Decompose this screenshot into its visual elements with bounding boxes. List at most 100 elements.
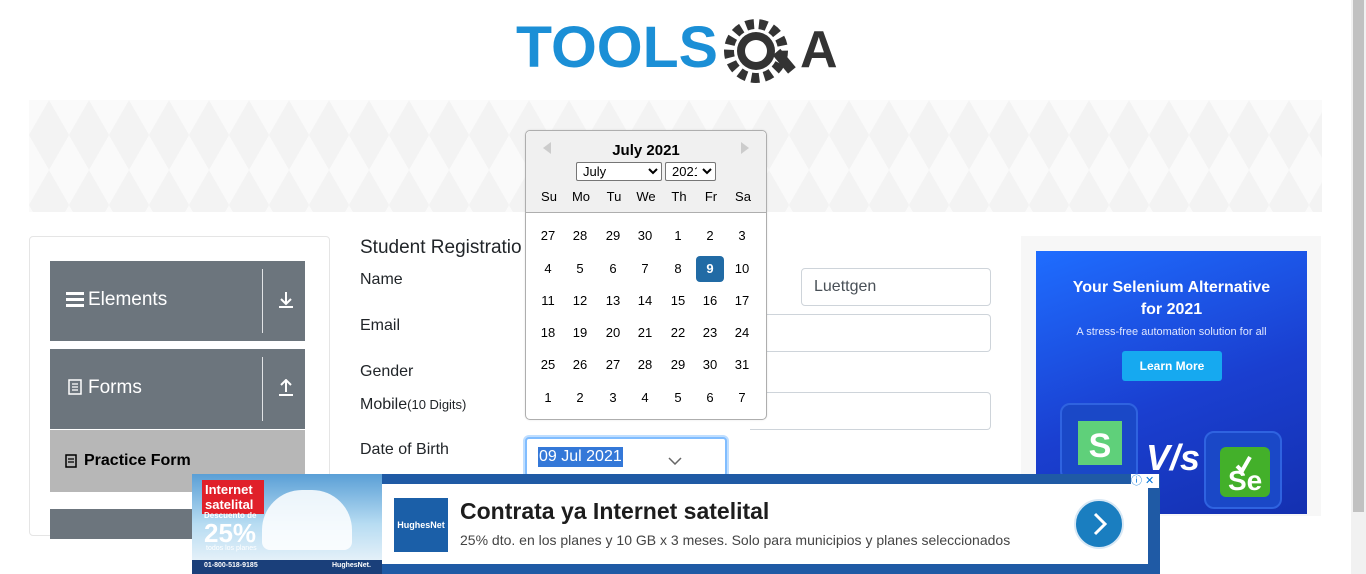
- day-cell[interactable]: 9: [696, 256, 724, 282]
- ad-headline-line-2: for 2021: [1140, 301, 1203, 318]
- month-select[interactable]: July: [576, 162, 662, 181]
- ad-subline: A stress-free automation solution for al…: [1076, 326, 1267, 338]
- gender-label: Gender: [360, 363, 414, 380]
- mobile-input[interactable]: [750, 392, 991, 430]
- ad-image[interactable]: Internet satelital Descuento de 25% todo…: [192, 474, 382, 574]
- selenium-label: Se: [1228, 465, 1263, 496]
- day-cell[interactable]: 3: [599, 385, 627, 411]
- day-cell[interactable]: 8: [664, 256, 692, 282]
- day-cell[interactable]: 5: [566, 256, 594, 282]
- day-cell[interactable]: 27: [599, 352, 627, 378]
- day-cell[interactable]: 1: [534, 385, 562, 411]
- email-label: Email: [360, 317, 401, 334]
- close-icon[interactable]: ✕: [1145, 475, 1154, 487]
- toolsqa-logo[interactable]: TOOLS A: [516, 14, 840, 92]
- bottom-ad-banner[interactable]: Internet satelital Descuento de 25% todo…: [192, 474, 1160, 574]
- ad-headline-line-1: Your Selenium Alternative: [1072, 279, 1271, 296]
- day-cell[interactable]: 6: [599, 256, 627, 282]
- day-cell[interactable]: 7: [631, 256, 659, 282]
- day-cell[interactable]: 6: [696, 385, 724, 411]
- sidebar-group-elements[interactable]: Elements: [50, 261, 305, 341]
- day-cell[interactable]: 10: [728, 256, 756, 282]
- day-cell[interactable]: 14: [631, 288, 659, 314]
- hamburger-icon: [66, 291, 84, 307]
- gear-icon: [724, 19, 796, 83]
- weekday-sa: Sa: [735, 189, 751, 204]
- sidebar-group-forms[interactable]: Forms: [50, 349, 305, 429]
- info-icon[interactable]: ⓘ: [1131, 475, 1142, 487]
- weekday-th: Th: [671, 189, 687, 204]
- next-month-icon[interactable]: [739, 140, 751, 156]
- day-cell[interactable]: 15: [664, 288, 692, 314]
- day-cell[interactable]: 11: [534, 288, 562, 314]
- year-select[interactable]: 2021: [665, 162, 716, 181]
- sidebar-group-label: Elements: [88, 289, 168, 310]
- email-input[interactable]: [750, 314, 991, 352]
- learn-more-button[interactable]: Learn More: [1122, 351, 1222, 381]
- ad-image-title: Internet satelital: [202, 480, 264, 514]
- logo-text-tools: TOOLS: [516, 15, 718, 80]
- mobile-label: Mobile(10 Digits): [360, 396, 466, 414]
- day-cell[interactable]: 22: [664, 320, 692, 346]
- name-label: Name: [360, 271, 403, 288]
- day-cell[interactable]: 31: [728, 352, 756, 378]
- ad-go-button[interactable]: [1074, 499, 1124, 549]
- document-icon: [68, 379, 82, 400]
- day-cell[interactable]: 28: [566, 223, 594, 249]
- day-cell[interactable]: 4: [631, 385, 659, 411]
- day-cell[interactable]: 2: [696, 223, 724, 249]
- ad-image-footer: 01-800-518-9185 HughesNet.: [192, 560, 382, 574]
- form-title: Student Registratio: [360, 237, 522, 258]
- dob-label: Date of Birth: [360, 441, 449, 458]
- ad-card[interactable]: HughesNet Contrata ya Internet satelital…: [382, 484, 1148, 564]
- download-arrow-icon[interactable]: [278, 291, 294, 314]
- katalon-tile: S: [1060, 403, 1138, 481]
- day-cell[interactable]: 4: [534, 256, 562, 282]
- upload-arrow-icon[interactable]: [278, 378, 294, 402]
- weekday-we: We: [636, 189, 656, 204]
- katalon-logo-icon: S: [1078, 421, 1122, 465]
- day-cell[interactable]: 29: [599, 223, 627, 249]
- divider: [262, 269, 263, 333]
- day-cell[interactable]: 17: [728, 288, 756, 314]
- svg-text:S: S: [1089, 427, 1112, 465]
- day-cell[interactable]: 30: [696, 352, 724, 378]
- day-cell[interactable]: 28: [631, 352, 659, 378]
- day-cell[interactable]: 18: [534, 320, 562, 346]
- last-name-input[interactable]: Luettgen: [801, 268, 991, 306]
- day-cell[interactable]: 25: [534, 352, 562, 378]
- day-cell[interactable]: 13: [599, 288, 627, 314]
- day-cell[interactable]: 5: [664, 385, 692, 411]
- day-cell[interactable]: 26: [566, 352, 594, 378]
- ad-headline: Contrata ya Internet satelital: [460, 498, 770, 524]
- datepicker: July 2021 July 2021 Su Mo Tu We Th Fr Sa…: [525, 130, 767, 420]
- day-cell[interactable]: 3: [728, 223, 756, 249]
- page-scrollbar[interactable]: [1351, 0, 1366, 574]
- day-cell[interactable]: 29: [664, 352, 692, 378]
- day-cell[interactable]: 24: [728, 320, 756, 346]
- day-cell[interactable]: 16: [696, 288, 724, 314]
- selenium-tile: Se: [1204, 431, 1282, 509]
- day-cell[interactable]: 2: [566, 385, 594, 411]
- day-cell[interactable]: 7: [728, 385, 756, 411]
- sidebar-item-label: Practice Form: [84, 452, 191, 469]
- ad-image-phone: 01-800-518-9185: [204, 562, 258, 569]
- day-cell[interactable]: 20: [599, 320, 627, 346]
- hughesnet-logo: HughesNet: [394, 498, 448, 552]
- day-cell[interactable]: 21: [631, 320, 659, 346]
- scrollbar-thumb[interactable]: [1353, 0, 1364, 512]
- day-cell[interactable]: 12: [566, 288, 594, 314]
- chevron-right-icon: [1093, 512, 1108, 536]
- day-cell[interactable]: 19: [566, 320, 594, 346]
- weekday-mo: Mo: [571, 189, 591, 204]
- day-cell[interactable]: 23: [696, 320, 724, 346]
- wifi-cloud-icon: [262, 490, 352, 550]
- day-cell[interactable]: 27: [534, 223, 562, 249]
- ad-close-controls[interactable]: ⓘ ✕: [1131, 474, 1159, 488]
- mobile-label-text: Mobile: [360, 396, 408, 413]
- dob-value: 09 Jul 2021: [538, 447, 623, 467]
- date-of-birth-input[interactable]: 09 Jul 2021: [525, 437, 727, 477]
- ad-image-note: todos los planes: [206, 545, 257, 552]
- day-cell[interactable]: 30: [631, 223, 659, 249]
- day-cell[interactable]: 1: [664, 223, 692, 249]
